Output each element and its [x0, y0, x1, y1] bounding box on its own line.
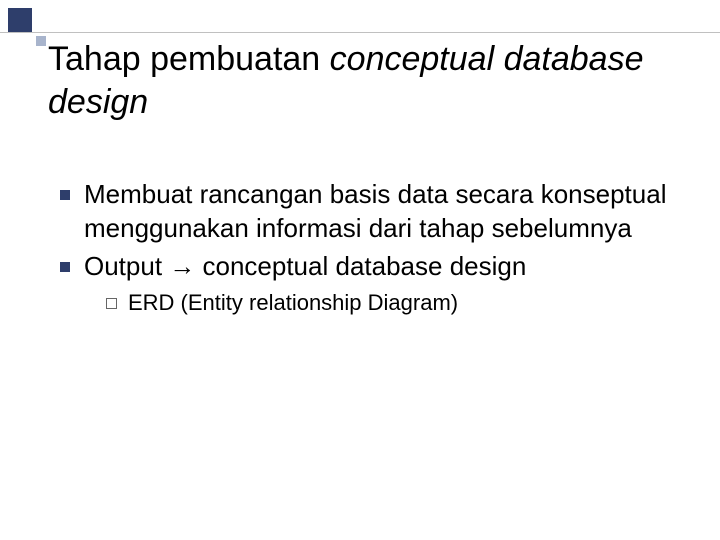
sub-bullet-list: ERD (Entity relationship Diagram): [84, 289, 672, 318]
title-text-plain: Tahap pembuatan: [48, 40, 330, 78]
sub-bullet-text: ERD (Entity relationship Diagram): [128, 290, 458, 315]
sub-bullet-item: ERD (Entity relationship Diagram): [106, 289, 672, 318]
decoration-square-large: [8, 8, 32, 32]
bullet-text: Output → conceptual database design: [84, 251, 526, 281]
bullet-list: Membuat rancangan basis data secara kons…: [48, 178, 672, 318]
slide-corner-decoration: [0, 0, 70, 45]
bullet-item: Output → conceptual database design ERD …: [60, 250, 672, 318]
bullet-text: Membuat rancangan basis data secara kons…: [84, 179, 666, 243]
slide-content: Tahap pembuatan conceptual database desi…: [0, 0, 720, 318]
bullet-item: Membuat rancangan basis data secara kons…: [60, 178, 672, 246]
slide-title: Tahap pembuatan conceptual database desi…: [48, 38, 672, 123]
decoration-square-small: [36, 36, 46, 46]
decoration-horizontal-line: [0, 32, 720, 33]
